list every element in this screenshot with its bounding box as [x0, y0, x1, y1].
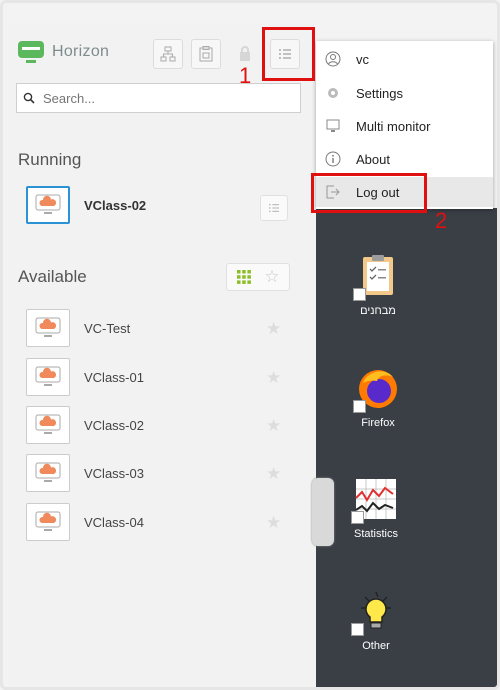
gear-icon: [322, 85, 344, 101]
desktop-shortcut-statistics[interactable]: Statistics: [336, 476, 416, 540]
horizon-client-pane: Horizon Search... Running VClass-02 Avai…: [8, 23, 316, 687]
clipboard-icon: [199, 46, 213, 62]
running-vm-item[interactable]: VClass-02: [26, 186, 146, 224]
network-icon: [160, 46, 176, 62]
desktop-shortcut-firefox[interactable]: Firefox: [338, 365, 418, 429]
clipboard-check-icon: [353, 253, 401, 301]
cloud-desktop-icon: [35, 462, 61, 482]
search-icon: [23, 92, 35, 104]
desktop-shortcut-other[interactable]: Other: [336, 588, 416, 652]
desktop-shortcut-exams[interactable]: מבחנים: [338, 253, 418, 317]
cloud-desktop-icon: [35, 194, 61, 214]
about-menu-item[interactable]: About: [316, 144, 493, 174]
app-logo: Horizon: [16, 39, 109, 65]
favorite-star-icon[interactable]: ★: [266, 319, 281, 339]
user-icon: [322, 51, 344, 67]
desktop-thumbnail: [26, 454, 70, 492]
shortcut-arrow-icon: [353, 400, 366, 413]
desktop-icon-label: Statistics: [353, 528, 398, 540]
available-vm-item[interactable]: VClass-04: [26, 503, 144, 541]
callout-box-2: [311, 173, 427, 213]
cloud-desktop-icon: [35, 366, 61, 386]
cloud-desktop-icon: [35, 511, 61, 531]
favorite-star-icon[interactable]: ★: [266, 464, 281, 484]
desktop-thumbnail: [26, 186, 70, 224]
running-heading: Running: [18, 150, 82, 169]
callout-number-1: 1: [239, 63, 252, 88]
available-vm-item[interactable]: VClass-03: [26, 454, 144, 492]
shortcut-arrow-icon: [353, 288, 366, 301]
favorite-star-icon[interactable]: ★: [266, 416, 281, 436]
available-vm-item[interactable]: VClass-02: [26, 406, 144, 444]
vm-label: VClass-04: [84, 514, 144, 530]
list-menu-icon: [269, 203, 279, 213]
cloud-desktop-icon: [35, 414, 61, 434]
callout-number-2: 2: [435, 208, 448, 233]
lightbulb-icon: [351, 588, 399, 636]
cloud-desktop-icon: [35, 317, 61, 337]
desktop-thumbnail: [26, 358, 70, 396]
search-input[interactable]: [41, 89, 285, 107]
favorites-star-icon[interactable]: ☆: [264, 267, 279, 287]
search-box[interactable]: [16, 83, 301, 113]
firefox-icon: [353, 365, 401, 413]
desktop-thumbnail: [26, 503, 70, 541]
statistics-chart-icon: [351, 476, 399, 524]
settings-label: Settings: [356, 85, 403, 101]
vm-label: VClass-03: [84, 465, 144, 481]
vm-label: VClass-02: [84, 417, 144, 433]
lock-icon: [240, 46, 250, 61]
pane-collapse-handle[interactable]: [312, 478, 334, 546]
favorite-star-icon[interactable]: ★: [266, 368, 281, 388]
running-vm-options-button[interactable]: [260, 195, 288, 221]
settings-menu-item[interactable]: Settings: [316, 78, 493, 108]
available-vm-item[interactable]: VClass-01: [26, 358, 144, 396]
available-heading: Available: [18, 267, 87, 286]
view-toggle-group: ☆: [226, 263, 290, 291]
info-icon: [322, 151, 344, 167]
callout-box-1: [262, 27, 315, 81]
desktop-icon-label: Firefox: [361, 417, 395, 429]
user-menu-item[interactable]: vc: [316, 44, 493, 74]
user-name: vc: [356, 51, 369, 67]
grid-view-icon[interactable]: [236, 269, 252, 285]
clipboard-button[interactable]: [191, 39, 221, 69]
multi-monitor-menu-item[interactable]: Multi monitor: [316, 111, 493, 141]
desktop-icon-label: Other: [362, 640, 390, 652]
app-title: Horizon: [52, 43, 110, 60]
desktop-thumbnail: [26, 309, 70, 347]
shortcut-arrow-icon: [351, 511, 364, 524]
horizon-logo-icon: [18, 41, 44, 63]
desktop-icon-label: מבחנים: [360, 305, 396, 317]
multi-monitor-label: Multi monitor: [356, 118, 431, 134]
about-label: About: [356, 151, 390, 167]
vm-label: VClass-02: [84, 197, 147, 213]
favorite-star-icon[interactable]: ★: [266, 513, 281, 533]
network-button[interactable]: [153, 39, 183, 69]
desktop-thumbnail: [26, 406, 70, 444]
shortcut-arrow-icon: [351, 623, 364, 636]
window-frame: Horizon Search... Running VClass-02 Avai…: [0, 0, 500, 690]
vm-label: VClass-01: [84, 369, 144, 385]
available-vm-item[interactable]: VC-Test: [26, 309, 130, 347]
vm-label: VC-Test: [84, 320, 131, 336]
monitor-icon: [322, 118, 344, 134]
